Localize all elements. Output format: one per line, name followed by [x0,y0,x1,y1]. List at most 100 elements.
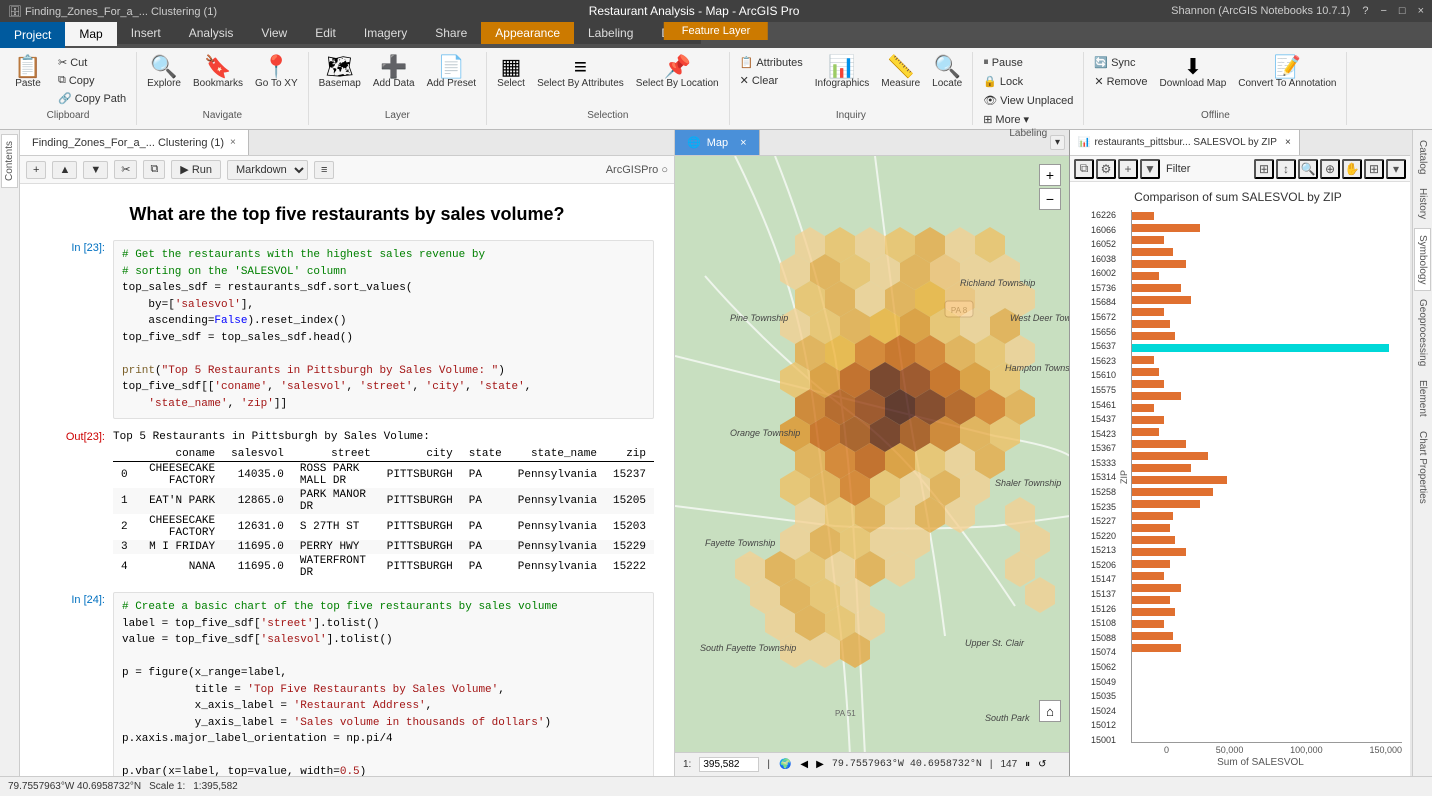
chart-copy-btn[interactable]: ⧉ [1074,159,1094,179]
cut-cell-button[interactable]: ✂ [114,160,137,179]
chart-tab-close[interactable]: × [1285,137,1291,148]
map-content[interactable]: PA 8 [675,156,1069,752]
infographics-button[interactable]: 📊 Infographics [811,54,873,92]
maximize-btn[interactable]: □ [1399,5,1406,17]
clear-button[interactable]: ✕Clear [736,72,807,89]
pause-map-btn[interactable]: ⏸ [1025,759,1030,770]
bookmarks-button[interactable]: 🔖 Bookmarks [189,54,247,92]
select-by-location-button[interactable]: 📌 Select By Location [632,54,723,92]
col-salesvol: salesvol [223,447,292,462]
convert-to-annotation-button[interactable]: 📝 Convert To Annotation [1234,54,1340,92]
add-preset-button[interactable]: 📄 Add Preset [423,54,480,92]
map-nav-right[interactable]: ▶ [816,759,824,770]
notebook-content[interactable]: What are the top five restaurants by sal… [20,184,674,776]
tab-imagery[interactable]: Imagery [350,22,421,44]
notebook-tab-active[interactable]: Finding_Zones_For_a_... Clustering (1) × [20,130,249,155]
chart-bars-inner: ZIP [1119,210,1402,743]
table-cell: 15237 [605,462,654,489]
add-data-button[interactable]: ➕ Add Data [369,54,419,92]
tab-project[interactable]: Project [0,22,65,48]
zip-label: 15575 [1074,385,1116,397]
download-button[interactable]: ⬇ Download Map [1156,54,1231,92]
basemap-button[interactable]: 🗺 Basemap [315,54,365,92]
help-btn[interactable]: ? [1362,5,1368,17]
copy-button[interactable]: ⧉Copy [54,72,130,89]
pause-button[interactable]: ⏸Pause [979,54,1077,71]
map-overlay-controls: + − [1039,164,1061,210]
map-svg: PA 8 [675,156,1069,752]
explore-button[interactable]: 🔍 Explore [143,54,185,92]
chart-zoom-in-btn[interactable]: 🔍 [1298,159,1318,179]
measure-button[interactable]: 📏 Measure [877,54,924,92]
bar-fill [1132,560,1170,568]
tab-edit[interactable]: Edit [301,22,350,44]
zoom-level-btn[interactable]: 🌍 [778,758,792,771]
tab-labeling[interactable]: Labeling [574,22,647,44]
zip-label: 15001 [1074,735,1116,747]
sync-button[interactable]: 🔄Sync [1090,54,1151,71]
notebook-tab-close[interactable]: × [230,137,236,148]
select-by-attributes-button[interactable]: ≡ Select By Attributes [533,54,628,92]
view-unplaced-button[interactable]: 👁View Unplaced [979,92,1077,109]
attributes-button[interactable]: 📋Attributes [736,54,807,71]
tab-map[interactable]: Map [65,22,116,46]
history-tab[interactable]: History [1415,182,1430,225]
chart-zoom-out-btn[interactable]: ⊕ [1320,159,1340,179]
add-cell-button[interactable]: + [26,161,46,179]
more-button[interactable]: ⊞More ▾ [979,111,1077,128]
cut-button[interactable]: ✂Cut [54,54,130,71]
chart-settings-btn[interactable]: ⚙ [1096,159,1116,179]
contents-tab[interactable]: Contents [1,134,18,188]
map-options-btn[interactable]: ▾ [1050,135,1065,150]
chart-tab-active[interactable]: 📊 restaurants_pittsbur... SALESVOL by ZI… [1070,130,1300,155]
select-button[interactable]: ▦ Select [493,54,529,92]
cell-24-code[interactable]: # Create a basic chart of the top five r… [113,592,654,776]
copy-cell-button[interactable]: ⧉ [143,160,165,179]
tab-analysis[interactable]: Analysis [175,22,248,44]
chart-more-btn[interactable]: ▾ [1386,159,1406,179]
table-cell: 14035.0 [223,462,292,489]
catalog-tab[interactable]: Catalog [1415,134,1430,180]
chart-pan-btn[interactable]: ✋ [1342,159,1362,179]
home-btn[interactable]: ⌂ [1039,700,1061,722]
tab-insert[interactable]: Insert [117,22,175,44]
map-tab[interactable]: 🌐 Map × [675,130,760,155]
tab-view[interactable]: View [247,22,301,44]
minimize-btn[interactable]: − [1380,5,1386,17]
chart-table-btn[interactable]: ⊞ [1254,159,1274,179]
map-nav-left[interactable]: ◀ [800,759,808,770]
move-down-button[interactable]: ▼ [83,161,108,179]
close-btn[interactable]: × [1418,5,1424,17]
geoprocessing-tab[interactable]: Geoprocessing [1415,293,1430,372]
chart-fit-btn[interactable]: ⊞ [1364,159,1384,179]
tab-appearance[interactable]: Appearance [481,22,574,44]
chart-add-btn[interactable]: + [1118,159,1138,179]
copy-path-button[interactable]: 🔗Copy Path [54,90,130,107]
output-23-label: Out[23]: [40,431,105,443]
symbology-tab[interactable]: Symbology [1414,228,1431,291]
chart-sort-btn[interactable]: ↕ [1276,159,1296,179]
cell-23-code[interactable]: # Get the restaurants with the highest s… [113,240,654,419]
go-to-xy-button[interactable]: 📍 Go To XY [251,54,302,92]
paste-button[interactable]: 📋 Paste [6,54,50,92]
bar-row [1132,618,1402,629]
zoom-out-button[interactable]: − [1039,188,1061,210]
table-row: 4NANA11695.0WATERFRONT DRPITTSBURGHPAPen… [113,554,654,580]
cell-type-select[interactable]: Markdown Code [227,160,308,180]
run-button[interactable]: ▶ Run [171,160,221,179]
refresh-btn[interactable]: ↺ [1038,759,1046,770]
tab-share[interactable]: Share [421,22,481,44]
locate-button[interactable]: 🔍 Locate [928,54,966,92]
more-nb-button[interactable]: ≡ [314,161,334,179]
map-tab-close[interactable]: × [740,137,746,149]
zip-label: 15137 [1074,589,1116,601]
chart-properties-tab[interactable]: Chart Properties [1415,425,1430,510]
scale-input[interactable] [699,757,759,772]
col-state: state [461,447,510,462]
remove-button[interactable]: ✕Remove [1090,73,1151,90]
ribbon-group-navigate: 🔍 Explore 🔖 Bookmarks 📍 Go To XY Navigat… [137,52,309,125]
move-up-button[interactable]: ▲ [52,161,77,179]
zoom-in-button[interactable]: + [1039,164,1061,186]
element-tab[interactable]: Element [1415,374,1430,423]
lock-button[interactable]: 🔒Lock [979,73,1077,90]
